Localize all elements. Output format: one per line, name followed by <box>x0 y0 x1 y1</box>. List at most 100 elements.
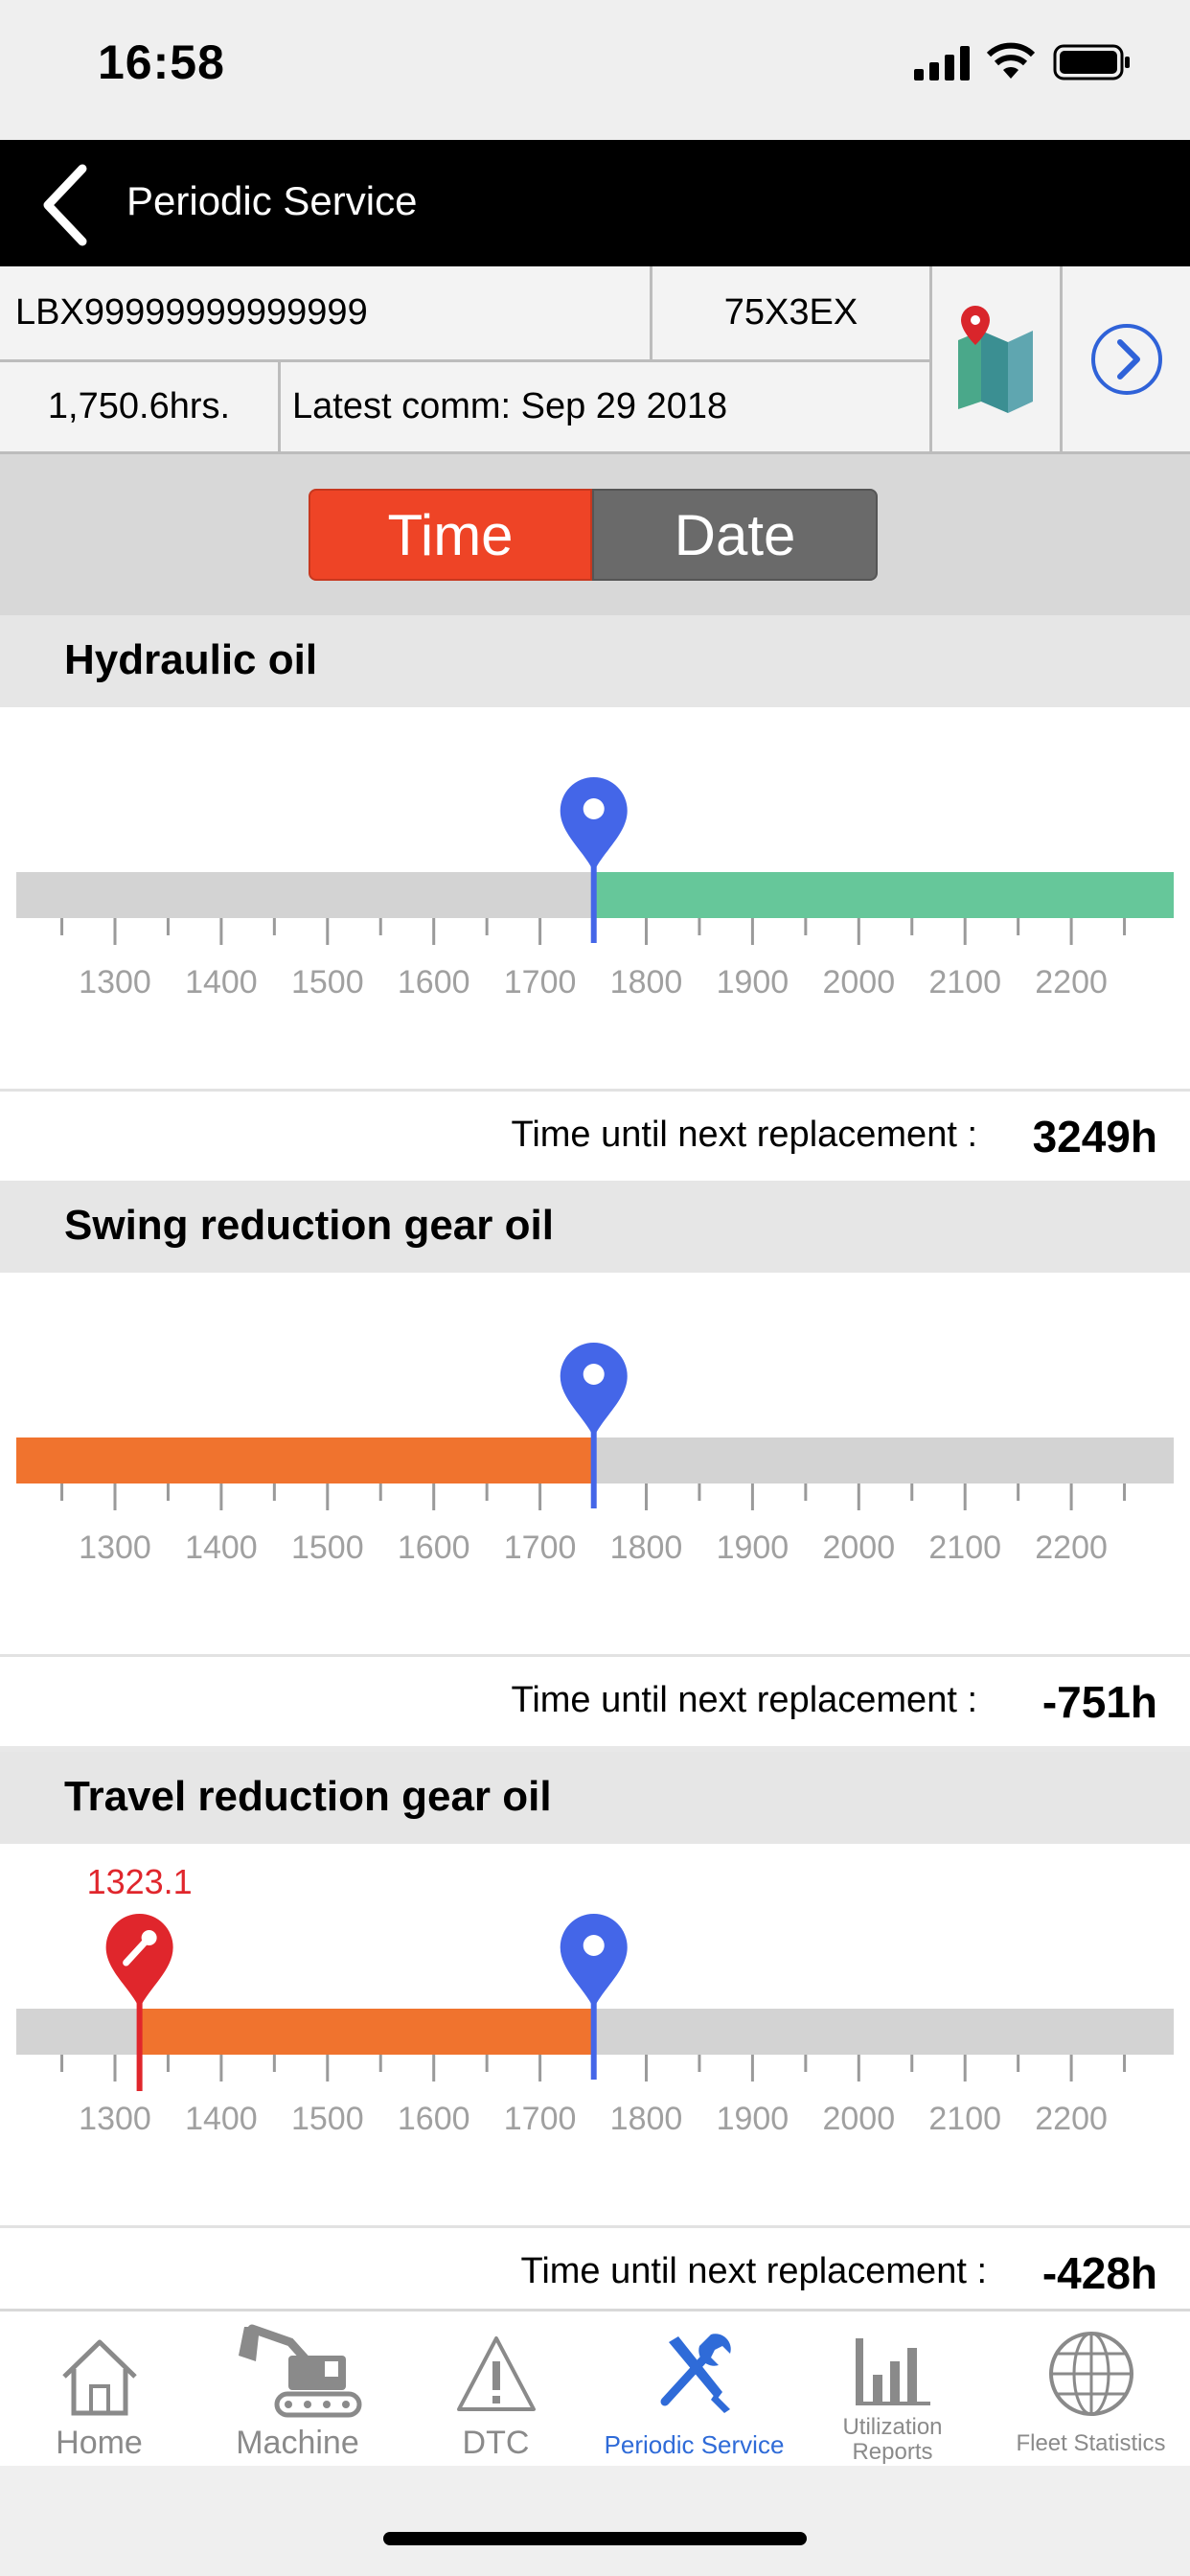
axis-tick-label: 1800 <box>610 1530 683 1566</box>
current-hours-marker-dot <box>583 1364 605 1385</box>
tab-label: Utilization Reports <box>842 2414 943 2465</box>
next-replacement-label: Time until next replacement : <box>520 2251 987 2291</box>
tab-home[interactable]: Home <box>0 2312 198 2469</box>
nav-title: Periodic Service <box>126 178 418 223</box>
axis-tick-label: 1900 <box>717 2101 790 2137</box>
toggle-band: Time Date <box>0 454 1190 615</box>
next-machine-button[interactable] <box>1063 266 1190 454</box>
axis-tick-label: 2000 <box>822 1530 895 1566</box>
wifi-icon <box>986 42 1036 79</box>
current-hours-marker-dot <box>583 798 605 819</box>
status-bar: 16:58 <box>0 0 1190 140</box>
next-replacement-label: Time until next replacement : <box>511 1680 977 1720</box>
axis-tick-label: 1500 <box>291 964 364 1000</box>
gauge-fill <box>593 872 1174 918</box>
time-toggle[interactable]: Time <box>309 489 592 581</box>
section-footer: Time until next replacement : -751h <box>0 1654 1190 1746</box>
axis-tick-label: 1800 <box>610 2101 683 2137</box>
tab-periodic-service[interactable]: Periodic Service <box>595 2312 793 2469</box>
gauge-panel: 1300 1400 1500 1600 1700 1800 1900 2000 2100 2200 <box>0 707 1190 1089</box>
axis-tick-label: 1300 <box>79 2101 151 2137</box>
axis-tick-label: 2000 <box>822 964 895 1000</box>
axis-tick-label: 1700 <box>504 1530 577 1566</box>
home-icon <box>61 2339 137 2416</box>
current-hours-marker-head <box>560 777 628 872</box>
axis-tick-label: 1300 <box>79 1530 151 1566</box>
hour-meter: 1,750.6hrs. <box>0 362 281 454</box>
current-hours-marker <box>560 1343 628 1508</box>
current-hours-marker-head <box>560 1914 628 2009</box>
gauge-panel: 1300 1400 1500 1600 1700 1800 1900 2000 2100 2200… <box>0 1844 1190 2225</box>
axis-tick-label: 1900 <box>717 1530 790 1566</box>
current-hours-marker-dot <box>583 1935 605 1956</box>
current-hours-marker <box>560 777 628 943</box>
axis-tick-label: 2100 <box>928 2101 1001 2137</box>
axis-tick-label: 1800 <box>610 964 683 1000</box>
tab-label: Fleet Statistics <box>1016 2430 1166 2456</box>
excavator-icon <box>238 2324 361 2418</box>
axis-tick-label: 1400 <box>185 1530 258 1566</box>
axis-tick-label: 1900 <box>717 964 790 1000</box>
battery-icon <box>1053 44 1130 80</box>
axis-tick-label: 1600 <box>398 2101 470 2137</box>
model-name: 75X3EX <box>652 266 932 362</box>
service-gauge: 1300 1400 1500 1600 1700 1800 1900 2000 2100 2200… <box>16 1862 1174 2137</box>
cellular-signal-icon <box>914 46 970 80</box>
tab-bar: Home Machine DTC Periodic Service Utiliz… <box>0 2309 1190 2466</box>
tab-dtc[interactable]: DTC <box>397 2312 595 2469</box>
date-toggle[interactable]: Date <box>592 489 878 581</box>
axis-tick-label: 2200 <box>1035 2101 1108 2137</box>
next-replacement-value: -428h <box>1041 2248 1157 2298</box>
globe-icon <box>1048 2332 1133 2416</box>
home-indicator[interactable] <box>383 2532 807 2545</box>
axis-tick-label: 1600 <box>398 1530 470 1566</box>
axis-tick-label: 2200 <box>1035 964 1108 1000</box>
axis-tick-label: 2000 <box>822 2101 895 2137</box>
tab-fleet-statistics[interactable]: Fleet Statistics <box>992 2312 1190 2469</box>
service-marker-label: 1323.1 <box>87 1862 193 1901</box>
gauge-fill <box>16 1438 594 1484</box>
service-marker-head <box>105 1914 173 2009</box>
axis-tick-label: 1700 <box>504 964 577 1000</box>
map-icon <box>957 305 1033 413</box>
next-replacement-label: Time until next replacement : <box>511 1115 977 1155</box>
axis-tick-label: 1500 <box>291 1530 364 1566</box>
latest-comm: Latest comm: Sep 29 2018 <box>281 362 932 454</box>
wrench-icon-head <box>141 1930 157 1945</box>
tab-label: DTC <box>462 2425 530 2461</box>
section-header: Hydraulic oil <box>0 615 1190 707</box>
tab-label: Home <box>56 2425 143 2461</box>
home-bar <box>0 2466 1190 2576</box>
section-title: Travel reduction gear oil <box>64 1773 552 1820</box>
chevron-right-circle-icon <box>1090 323 1162 395</box>
axis-tick-label: 1600 <box>398 964 470 1000</box>
axis-tick-label: 2100 <box>928 1530 1001 1566</box>
section-footer: Time until next replacement : 3249h <box>0 1089 1190 1181</box>
axis-tick-label: 1400 <box>185 2101 258 2137</box>
nav-bar: Periodic Service <box>0 140 1190 266</box>
serial-number: LBX99999999999999 <box>0 266 652 362</box>
machine-info: LBX99999999999999 75X3EX 1,750.6hrs. Lat… <box>0 266 1190 454</box>
section-title: Hydraulic oil <box>64 636 318 683</box>
service-gauge: 1300 1400 1500 1600 1700 1800 1900 2000 2100 2200 <box>16 777 1174 1000</box>
axis-tick-label: 2100 <box>928 964 1001 1000</box>
bar-chart-icon <box>855 2338 930 2405</box>
section-header: Swing reduction gear oil <box>0 1181 1190 1273</box>
current-hours-marker-head <box>560 1343 628 1438</box>
axis-tick-label: 1400 <box>185 964 258 1000</box>
tab-machine[interactable]: Machine <box>198 2312 397 2469</box>
map-button[interactable] <box>932 266 1063 454</box>
section-header: Travel reduction gear oil <box>0 1752 1190 1844</box>
tab-label: Periodic Service <box>604 2430 785 2459</box>
axis-tick-label: 2200 <box>1035 1530 1108 1566</box>
axis-tick-label: 1300 <box>79 964 151 1000</box>
section-footer: Time until next replacement : -428h <box>0 2225 1190 2310</box>
gauge-fill <box>139 2009 594 2055</box>
tab-utilization-reports[interactable]: Utilization Reports <box>793 2312 992 2469</box>
wrench-screwdriver-icon <box>660 2334 731 2413</box>
tab-label: Machine <box>236 2425 359 2461</box>
back-icon[interactable] <box>36 161 94 247</box>
gauge-panel: 1300 1400 1500 1600 1700 1800 1900 2000 2100 2200 <box>0 1273 1190 1654</box>
service-gauge: 1300 1400 1500 1600 1700 1800 1900 2000 2100 2200 <box>16 1343 1174 1566</box>
section-title: Swing reduction gear oil <box>64 1202 554 1249</box>
